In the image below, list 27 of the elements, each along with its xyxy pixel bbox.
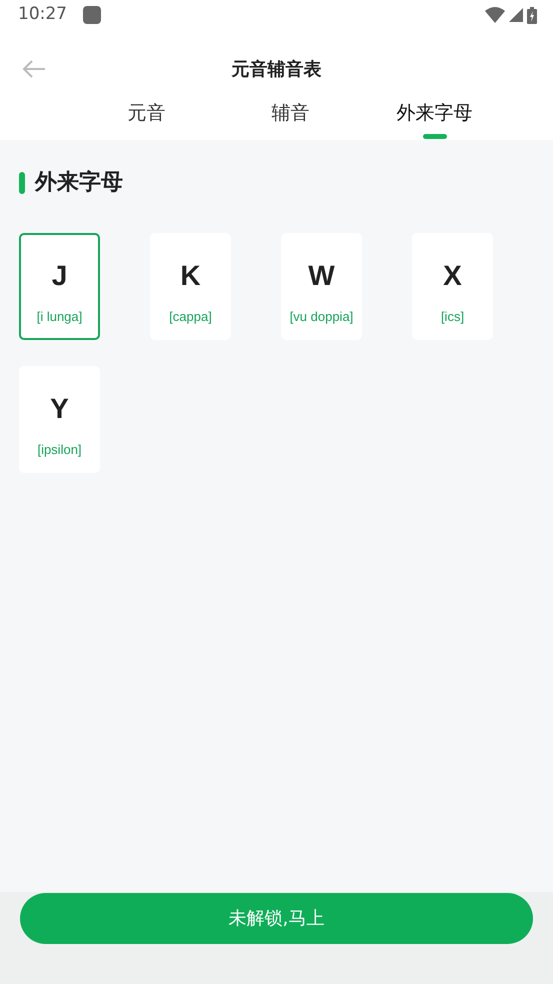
letter-pronunciation: [ipsilon] bbox=[37, 441, 82, 459]
wifi-icon bbox=[485, 7, 505, 23]
letter: W bbox=[308, 259, 335, 293]
letter-pronunciation: [vu doppia] bbox=[290, 308, 354, 326]
letter-card[interactable]: Y [ipsilon] bbox=[19, 366, 100, 473]
letter-card[interactable]: X [ics] bbox=[412, 233, 493, 340]
tab[interactable]: 元音 bbox=[82, 98, 212, 140]
letter-pronunciation: [cappa] bbox=[169, 308, 212, 326]
battery-icon bbox=[527, 6, 537, 24]
tab[interactable]: 外来字母 bbox=[370, 98, 500, 140]
letter: Y bbox=[50, 392, 69, 426]
letter-card[interactable]: J [i lunga] bbox=[19, 233, 100, 340]
letter: K bbox=[180, 259, 201, 293]
letter: X bbox=[443, 259, 462, 293]
letter-card[interactable]: W [vu doppia] bbox=[281, 233, 362, 340]
letter-pronunciation: [ics] bbox=[440, 308, 464, 326]
section-title: 外来字母 bbox=[35, 168, 123, 197]
letter-pronunciation: [i lunga] bbox=[36, 308, 82, 326]
section-marker bbox=[19, 172, 25, 194]
tab[interactable]: 辅音 bbox=[226, 98, 356, 140]
back-arrow-icon[interactable] bbox=[22, 59, 46, 79]
status-time: 10:27 bbox=[18, 3, 67, 26]
notification-icon bbox=[83, 6, 101, 24]
signal-icon bbox=[509, 8, 523, 22]
letter: J bbox=[52, 259, 68, 293]
letter-card[interactable]: K [cappa] bbox=[150, 233, 231, 340]
page-title: 元音辅音表 bbox=[232, 58, 322, 82]
